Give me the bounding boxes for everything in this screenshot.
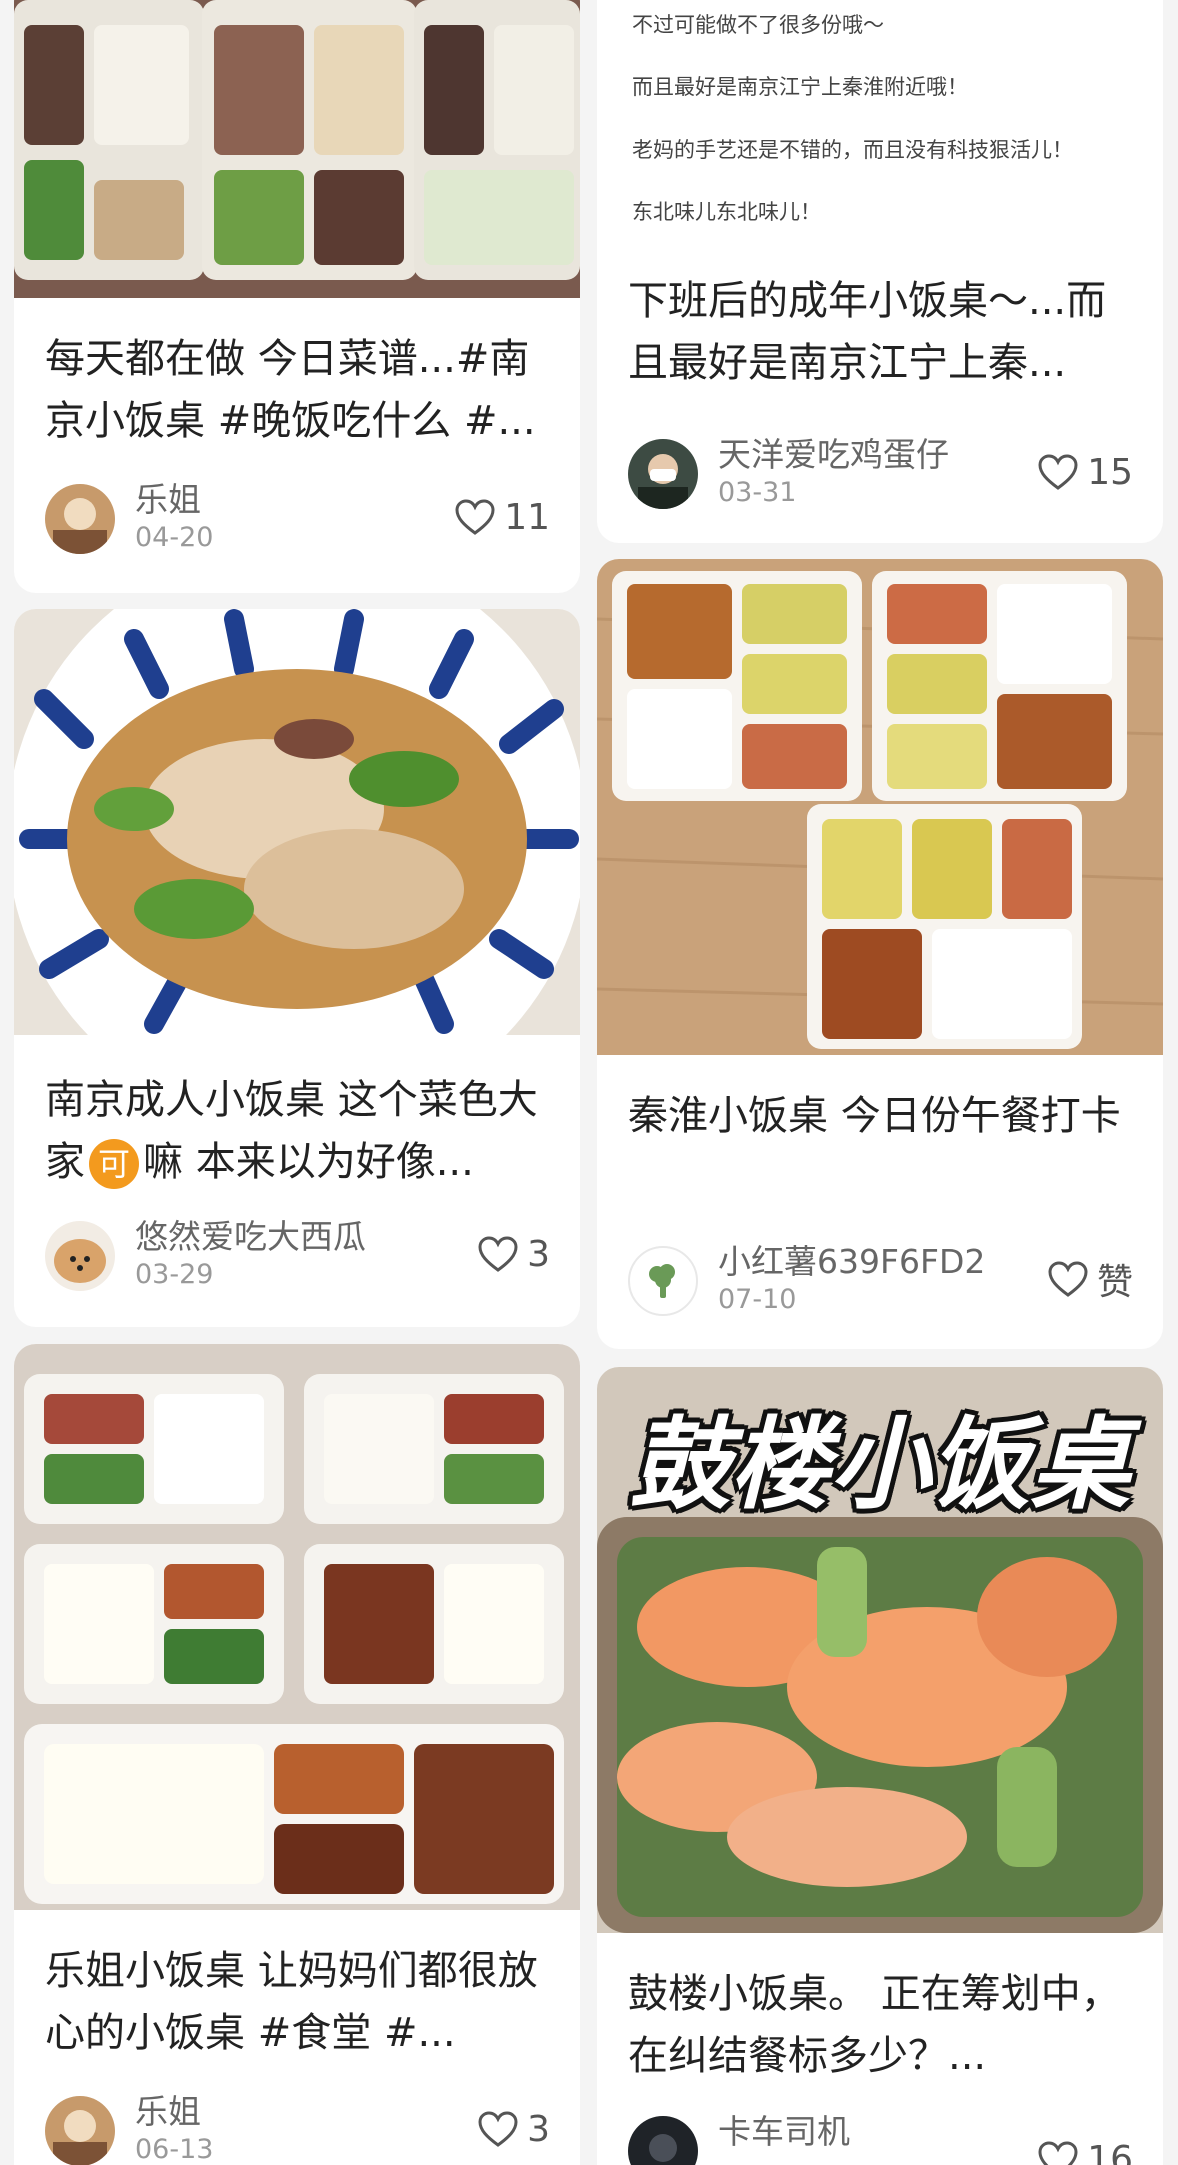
note-title[interactable]: 每天都在做 今日菜谱...#南京小饭桌 #晚饭吃什么 #... — [45, 328, 556, 452]
like-button[interactable]: 3 — [477, 1229, 550, 1279]
note-cover-image[interactable] — [597, 559, 1163, 1055]
like-count: 11 — [504, 496, 550, 538]
note-cover-text-line: 而且最好是南京江宁上秦淮附近哦！ — [632, 75, 968, 99]
note-card[interactable]: 乐姐小饭桌 让妈妈们都很放心的小饭桌 #食堂 #... 乐姐 06-13 3 — [14, 1344, 580, 2165]
like-count: 16 — [1087, 2138, 1133, 2165]
note-cover-image[interactable] — [14, 0, 580, 298]
note-title[interactable]: 乐姐小饭桌 让妈妈们都很放心的小饭桌 #食堂 #... — [45, 1940, 556, 2064]
note-cover-text-line: 不过可能做不了很多份哦～ — [632, 13, 884, 37]
author-name[interactable]: 卡车司机 — [718, 2112, 850, 2152]
emoji-badge: 可 — [89, 1139, 139, 1189]
author-name[interactable]: 小红薯639F6FD2 — [718, 1242, 985, 1282]
like-count: 3 — [527, 1233, 550, 1275]
like-button[interactable]: 11 — [454, 492, 550, 542]
note-card[interactable]: 南京成人小饭桌 这个菜色大家可嘛 本来以为好像... 悠然爱吃大西瓜 03-29… — [14, 609, 580, 1327]
note-title[interactable]: 鼓楼小饭桌。 正在筹划中，在纠结餐标多少？... — [628, 1963, 1139, 2087]
author-name[interactable]: 悠然爱吃大西瓜 — [135, 1217, 366, 1257]
note-cover-text-line: 东北味儿东北味儿！ — [632, 200, 821, 224]
post-date: 03-29 — [135, 1259, 214, 1290]
like-count: 赞 — [1096, 1262, 1133, 1303]
note-meta: 乐姐 04-20 11 — [45, 480, 550, 556]
note-cover-image[interactable]: 鼓楼小饭桌 — [597, 1367, 1163, 1933]
heart-outline-icon — [477, 2110, 519, 2148]
heart-outline-icon — [1037, 453, 1079, 491]
post-date: 04-20 — [135, 522, 214, 553]
like-count: 3 — [527, 2108, 550, 2150]
note-feed: 每天都在做 今日菜谱...#南京小饭桌 #晚饭吃什么 #... 乐姐 04-20… — [0, 0, 1178, 2165]
author-name[interactable]: 乐姐 — [135, 2092, 201, 2132]
broccoli-icon — [630, 1248, 696, 1314]
note-title[interactable]: 秦淮小饭桌 今日份午餐打卡 — [628, 1085, 1139, 1147]
author-name[interactable]: 天洋爱吃鸡蛋仔 — [718, 435, 949, 475]
avatar[interactable] — [628, 1246, 698, 1316]
note-card[interactable]: 秦淮小饭桌 今日份午餐打卡 小红薯639F6FD2 07-10 赞 — [597, 559, 1163, 1349]
like-button[interactable]: 15 — [1037, 447, 1133, 497]
post-date: 06-13 — [135, 2134, 214, 2165]
note-meta: 小红薯639F6FD2 07-10 赞 — [628, 1242, 1133, 1318]
note-title[interactable]: 下班后的成年小饭桌～...而且最好是南京江宁上秦... — [628, 270, 1139, 394]
post-date: 07-10 — [718, 1284, 797, 1315]
note-card[interactable]: 不过可能做不了很多份哦～ 而且最好是南京江宁上秦淮附近哦！ 老妈的手艺还是不错的… — [597, 0, 1163, 543]
note-cover-image[interactable]: 不过可能做不了很多份哦～ 而且最好是南京江宁上秦淮附近哦！ 老妈的手艺还是不错的… — [597, 0, 1163, 238]
avatar[interactable] — [45, 484, 115, 554]
avatar[interactable] — [45, 2096, 115, 2165]
note-meta: 乐姐 06-13 3 — [45, 2092, 550, 2165]
like-button[interactable]: 16 — [1037, 2134, 1133, 2165]
note-meta: 卡车司机 16 — [628, 2112, 1133, 2165]
author-name[interactable]: 乐姐 — [135, 480, 201, 520]
like-count: 15 — [1087, 451, 1133, 493]
note-cover-image[interactable] — [14, 609, 580, 1035]
like-button[interactable]: 3 — [477, 2104, 550, 2154]
note-meta: 天洋爱吃鸡蛋仔 03-31 15 — [628, 435, 1133, 511]
cover-caption: 鼓楼小饭桌 — [630, 1406, 1130, 1523]
heart-outline-icon — [1047, 1260, 1089, 1298]
note-title[interactable]: 南京成人小饭桌 这个菜色大家可嘛 本来以为好像... — [45, 1069, 556, 1193]
heart-outline-icon — [477, 1235, 519, 1273]
like-button[interactable]: 赞 — [1047, 1254, 1133, 1304]
heart-outline-icon — [1037, 2140, 1079, 2165]
avatar[interactable] — [45, 1221, 115, 1291]
note-cover-image[interactable] — [14, 1344, 580, 1910]
post-date: 03-31 — [718, 477, 797, 508]
note-card[interactable]: 鼓楼小饭桌 鼓楼小饭桌。 正在筹划中，在纠结餐标多少？... 卡车司机 16 — [597, 1367, 1163, 2165]
heart-outline-icon — [454, 498, 496, 536]
note-card[interactable]: 每天都在做 今日菜谱...#南京小饭桌 #晚饭吃什么 #... 乐姐 04-20… — [14, 0, 580, 593]
note-cover-text-line: 老妈的手艺还是不错的，而且没有科技狠活儿！ — [632, 138, 1073, 162]
avatar[interactable] — [628, 2116, 698, 2165]
note-meta: 悠然爱吃大西瓜 03-29 3 — [45, 1217, 550, 1293]
avatar[interactable] — [628, 439, 698, 509]
